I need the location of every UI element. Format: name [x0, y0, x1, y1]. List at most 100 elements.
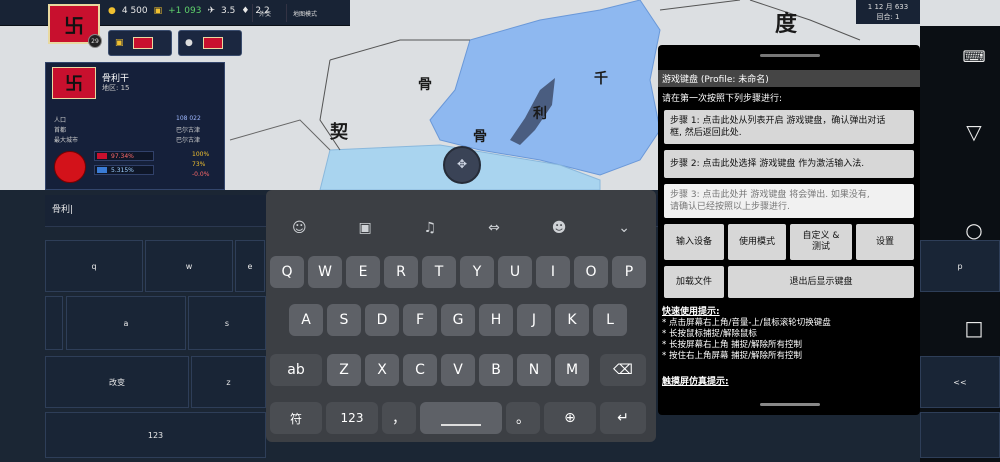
dialog-bottom-handle[interactable] — [760, 403, 820, 406]
turn-text: 回合: 1 — [876, 13, 900, 21]
use-mode-button[interactable]: 使用模式 — [728, 224, 786, 260]
key-u[interactable]: U — [498, 256, 532, 288]
country-flag[interactable]: 卐 — [52, 67, 96, 99]
vkey-z[interactable]: z — [191, 356, 266, 408]
mic-icon[interactable]: ♫ — [424, 220, 437, 236]
step1-line1: 步骤 1: 点击此处从列表开启 游戏键盘，确认弹出对话 — [670, 116, 886, 126]
chevron-down-icon[interactable]: ⌄ — [618, 220, 630, 236]
key-a[interactable]: A — [289, 304, 323, 336]
custom-line2: 测试 — [811, 242, 830, 252]
space-bar-icon — [441, 424, 481, 426]
move-control-icon[interactable]: ✥ — [454, 156, 470, 172]
map-label-6: 度 — [775, 11, 798, 37]
settings-button[interactable]: 设置 — [856, 224, 914, 260]
period-key[interactable]: 。 — [506, 402, 540, 434]
key-z[interactable]: Z — [327, 354, 361, 386]
key-c[interactable]: C — [403, 354, 437, 386]
flag-mini-icon — [97, 153, 107, 159]
keyboard-toggle-icon[interactable]: ⌨ — [962, 44, 986, 68]
population-label: 人口 — [54, 117, 67, 124]
map-mode-button[interactable]: 地图模式 — [286, 4, 323, 22]
key-l[interactable]: L — [593, 304, 627, 336]
key-g[interactable]: G — [441, 304, 475, 336]
diplomacy-button[interactable]: 外交 — [252, 4, 277, 22]
key-k[interactable]: K — [555, 304, 589, 336]
map-label-5: 利 — [533, 106, 547, 122]
vkey-backspace[interactable]: << — [920, 356, 1000, 408]
back-nav-icon[interactable]: ▽ — [962, 120, 986, 144]
numbers-key[interactable]: 123 — [326, 402, 378, 434]
space-key[interactable] — [420, 402, 502, 434]
input-device-button[interactable]: 输入设备 — [664, 224, 724, 260]
tab-treasury[interactable]: ▣ — [108, 30, 172, 56]
shift-key[interactable]: ab — [270, 354, 322, 386]
key-i[interactable]: I — [536, 256, 570, 288]
vkey-w[interactable]: w — [145, 240, 233, 292]
vkey-p[interactable]: p — [920, 240, 1000, 292]
tab-flag-2 — [203, 37, 223, 49]
vkey-change[interactable]: 改变 — [45, 356, 189, 408]
key-j[interactable]: J — [517, 304, 551, 336]
key-n[interactable]: N — [517, 354, 551, 386]
bulb-icon: ● — [185, 38, 193, 48]
dialog-intro: 请在第一次按照下列步骤进行: — [662, 94, 783, 104]
keyboard-toolbar: ☺ ▣ ♫ ⇔ ☻ ⌄ — [266, 210, 656, 246]
vkey-123[interactable]: 123 — [45, 412, 266, 458]
player-flag[interactable]: 卐 29 — [48, 4, 102, 48]
vkey-right-bottom[interactable] — [920, 412, 1000, 458]
key-y[interactable]: Y — [460, 256, 494, 288]
vkey-q[interactable]: q — [45, 240, 143, 292]
key-w[interactable]: W — [308, 256, 342, 288]
exit-show-keyboard-button[interactable]: 退出后显示键盘 — [728, 266, 914, 298]
key-f[interactable]: F — [403, 304, 437, 336]
sticker-icon[interactable]: ▣ — [358, 220, 371, 236]
symbols-key[interactable]: 符 — [270, 402, 322, 434]
step2-button[interactable]: 步骤 2: 点击此处选择 游戏键盘 作为激活输入法. — [664, 150, 914, 178]
vkey-a[interactable]: a — [66, 296, 186, 350]
vkey-e[interactable]: e — [235, 240, 265, 292]
cursor-icon[interactable]: ⇔ — [488, 220, 500, 236]
key-r[interactable]: R — [384, 256, 418, 288]
home-nav-icon[interactable]: ○ — [962, 218, 986, 242]
coin-icon: ● — [108, 6, 116, 16]
country-emblem-icon: 卐 — [65, 74, 83, 95]
custom-line1: 自定义 & — [802, 231, 840, 241]
date-text: 1 12 月 633 — [867, 3, 909, 11]
key-s[interactable]: S — [327, 304, 361, 336]
smiley-icon[interactable]: ☻ — [552, 220, 567, 236]
touch-tips-title: 触摸屏仿真提示: — [662, 377, 729, 387]
largest-city-value: 巴尔古津 — [176, 137, 201, 144]
custom-test-button[interactable]: 自定义 & 测试 — [790, 224, 852, 260]
key-o[interactable]: O — [574, 256, 608, 288]
key-x[interactable]: X — [365, 354, 399, 386]
comma-key[interactable]: ， — [382, 402, 416, 434]
tab-technology[interactable]: ● — [178, 30, 242, 56]
step3-input[interactable]: 步骤 3: 点击此处并 游戏键盘 将会弹出. 如果没有, 请确认已经按照以上步骤… — [664, 184, 914, 218]
key-d[interactable]: D — [365, 304, 399, 336]
vkey-s[interactable]: s — [188, 296, 266, 350]
key-v[interactable]: V — [441, 354, 475, 386]
vkey-tab[interactable] — [45, 296, 63, 350]
key-q[interactable]: Q — [270, 256, 304, 288]
stat-right-3: -0.0% — [192, 171, 210, 178]
backspace-icon: ⌫ — [613, 362, 633, 378]
globe-key[interactable]: ⊕ — [544, 402, 596, 434]
speed-a-value: 3.5 — [221, 6, 236, 16]
key-p[interactable]: P — [612, 256, 646, 288]
stat-box-2: 5.315% — [94, 165, 154, 175]
dialog-drag-handle[interactable] — [760, 54, 820, 57]
stat-right-1: 100% — [192, 151, 210, 158]
population-value: 108 022 — [176, 115, 201, 122]
key-b[interactable]: B — [479, 354, 513, 386]
key-m[interactable]: M — [555, 354, 589, 386]
key-h[interactable]: H — [479, 304, 513, 336]
step1-button[interactable]: 步骤 1: 点击此处从列表开启 游戏键盘，确认弹出对话 框, 然后返回此处. — [664, 110, 914, 144]
enter-key[interactable]: ↵ — [600, 402, 646, 434]
emoji-icon[interactable]: ☺ — [292, 220, 307, 236]
load-file-button[interactable]: 加载文件 — [664, 266, 724, 298]
stat1-value: 97.34% — [111, 152, 134, 160]
key-t[interactable]: T — [422, 256, 456, 288]
key-e[interactable]: E — [346, 256, 380, 288]
backspace-key[interactable]: ⌫ — [600, 354, 646, 386]
recents-nav-icon[interactable]: □ — [962, 316, 986, 340]
